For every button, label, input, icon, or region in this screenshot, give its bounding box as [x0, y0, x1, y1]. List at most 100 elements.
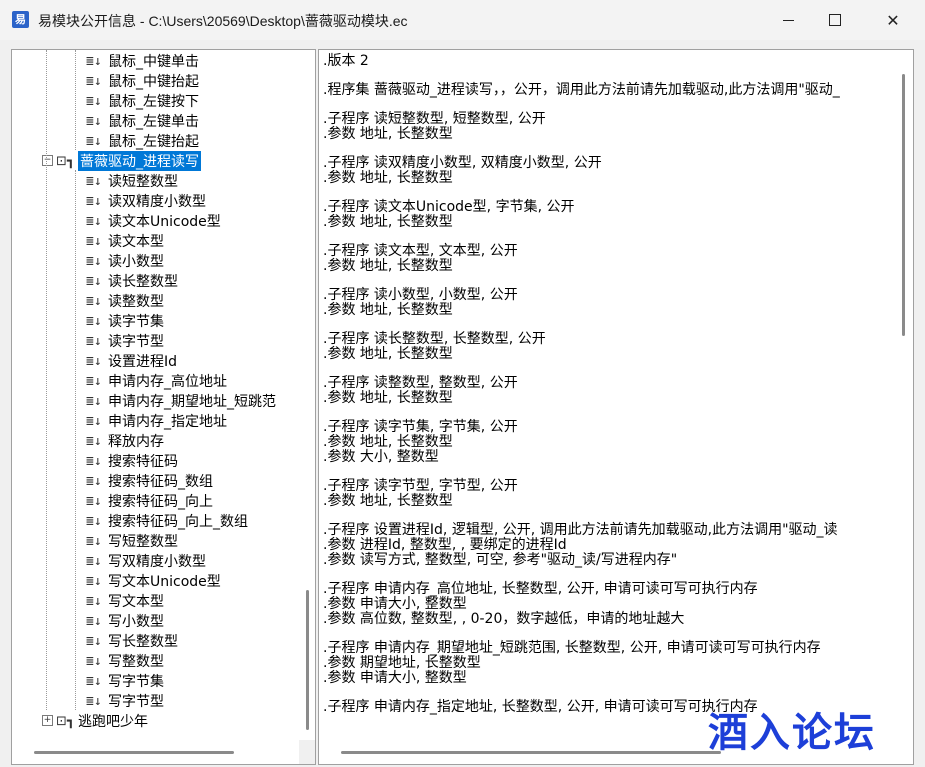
method-icon: ≣↓: [86, 533, 102, 549]
tree-group-node[interactable]: − ⊡┓ 蔷薇驱动_进程读写: [42, 151, 201, 171]
code-line: .参数 地址, 长整数型: [323, 302, 453, 318]
tree-group-node[interactable]: + ⊡┓ 逃跑吧少年: [42, 711, 148, 731]
method-icon: ≣↓: [86, 273, 102, 289]
code-line: .参数 读写方式, 整数型, 可空, 参考"驱动_读/写进程内存": [323, 552, 678, 568]
method-icon: ≣↓: [86, 573, 102, 589]
method-icon: ≣↓: [86, 293, 102, 309]
tree-node-label: 鼠标_中键单击: [108, 54, 199, 70]
method-icon: ≣↓: [86, 253, 102, 269]
tree-leaf-node[interactable]: ≣↓ 写整数型: [86, 651, 164, 671]
tree-leaf-node[interactable]: ≣↓ 写长整数型: [86, 631, 178, 651]
tree-leaf-node[interactable]: ≣↓ 释放内存: [86, 431, 164, 451]
tree-leaf-node[interactable]: ≣↓ 读小数型: [86, 251, 164, 271]
maximize-icon: [829, 14, 841, 26]
watermark-logo: 酒入论坛: [708, 710, 876, 756]
method-icon: ≣↓: [86, 453, 102, 469]
minimize-icon: [782, 19, 794, 21]
code-line: .子程序 读字节型, 字节型, 公开: [323, 478, 518, 494]
tree-leaf-node[interactable]: ≣↓ 鼠标_中键抬起: [86, 71, 199, 91]
tree-node-label: 写小数型: [108, 614, 164, 630]
code-line: .程序集 蔷薇驱动_进程读写，，公开，调用此方法前请先加载驱动,此方法调用"驱动…: [323, 82, 840, 98]
method-icon: ≣↓: [86, 513, 102, 529]
tree-leaf-node[interactable]: ≣↓ 鼠标_中键单击: [86, 51, 199, 71]
method-icon: ≣↓: [86, 413, 102, 429]
tree-leaf-node[interactable]: ≣↓ 写短整数型: [86, 531, 178, 551]
tree-horizontal-scroll-thumb[interactable]: [34, 751, 234, 754]
code-line: .子程序 读小数型, 小数型, 公开: [323, 287, 518, 303]
tree-leaf-node[interactable]: ≣↓ 读短整数型: [86, 171, 178, 191]
tree-leaf-node[interactable]: ≣↓ 设置进程Id: [86, 351, 177, 371]
tree-leaf-node[interactable]: ≣↓ 申请内存_高位地址: [86, 371, 227, 391]
tree-node-label: 读双精度小数型: [108, 194, 206, 210]
method-icon: ≣↓: [86, 673, 102, 689]
method-icon: ≣↓: [86, 473, 102, 489]
method-icon: ≣↓: [86, 73, 102, 89]
tree-vertical-scrollbar[interactable]: [299, 50, 315, 740]
tree-node-label: 鼠标_左键单击: [108, 114, 199, 130]
tree-node-label: 释放内存: [108, 434, 164, 450]
tree-leaf-node[interactable]: ≣↓ 读整数型: [86, 291, 164, 311]
tree-vertical-scroll-thumb[interactable]: [306, 590, 309, 730]
tree-leaf-node[interactable]: ≣↓ 搜索特征码_向上_数组: [86, 511, 248, 531]
method-icon: ≣↓: [86, 113, 102, 129]
method-icon: ≣↓: [86, 193, 102, 209]
tree-node-label: 写字节集: [108, 674, 164, 690]
tree-leaf-node[interactable]: ≣↓ 鼠标_左键按下: [86, 91, 199, 111]
tree-node-label: 搜索特征码_数组: [108, 474, 213, 490]
tree-leaf-node[interactable]: ≣↓ 申请内存_期望地址_短跳范: [86, 391, 276, 411]
tree-leaf-node[interactable]: ≣↓ 读字节型: [86, 331, 164, 351]
tree-node-label: 读字节集: [108, 314, 164, 330]
tree-leaf-node[interactable]: ≣↓ 写文本Unicode型: [86, 571, 221, 591]
tree-leaf-node[interactable]: ≣↓ 写字节集: [86, 671, 164, 691]
code-line: .参数 地址, 长整数型: [323, 434, 453, 450]
code-vertical-scrollbar[interactable]: [895, 50, 913, 740]
tree-leaf-node[interactable]: ≣↓ 读文本Unicode型: [86, 211, 221, 231]
collapse-icon[interactable]: −: [42, 155, 53, 166]
code-line: .子程序 读双精度小数型, 双精度小数型, 公开: [323, 155, 602, 171]
close-button[interactable]: ✕: [870, 0, 916, 40]
code-line: .参数 申请大小, 整数型: [323, 670, 467, 686]
expand-icon[interactable]: +: [42, 715, 53, 726]
tree-leaf-node[interactable]: ≣↓ 鼠标_左键抬起: [86, 131, 199, 151]
client-area: ≣↓ 鼠标_中键单击 ≣↓ 鼠标_中键抬起 ≣↓ 鼠标_左键按下 ≣↓ 鼠标_左键单击 ≣↓ 鼠标…: [0, 40, 925, 767]
code-line: .参数 地址, 长整数型: [323, 170, 453, 186]
code-horizontal-scroll-thumb[interactable]: [341, 751, 721, 754]
tree-leaf-node[interactable]: ≣↓ 搜索特征码_向上: [86, 491, 213, 511]
code-line: .子程序 读整数型, 整数型, 公开: [323, 375, 518, 391]
code-view[interactable]: .版本 2 .程序集 蔷薇驱动_进程读写，，公开，调用此方法前请先加载驱动,此方法…: [318, 49, 914, 765]
tree-leaf-node[interactable]: ≣↓ 鼠标_左键单击: [86, 111, 199, 131]
minimize-button[interactable]: [765, 0, 811, 40]
code-line: .参数 高位数, 整数型, , 0-20，数字越低，申请的地址越大: [323, 611, 685, 627]
tree-node-label: 鼠标_左键按下: [108, 94, 199, 110]
tree-leaf-node[interactable]: ≣↓ 写文本型: [86, 591, 164, 611]
tree-leaf-node[interactable]: ≣↓ 读文本型: [86, 231, 164, 251]
code-line: .子程序 读文本Unicode型, 字节集, 公开: [323, 199, 575, 215]
tree-leaf-node[interactable]: ≣↓ 搜索特征码_数组: [86, 471, 213, 491]
method-icon: ≣↓: [86, 53, 102, 69]
tree-leaf-node[interactable]: ≣↓ 搜索特征码: [86, 451, 178, 471]
tree-connector: [46, 50, 47, 710]
method-icon: ≣↓: [86, 213, 102, 229]
method-icon: ≣↓: [86, 393, 102, 409]
code-vertical-scroll-thumb[interactable]: [902, 74, 905, 336]
code-line: .参数 地址, 长整数型: [323, 493, 453, 509]
tree-leaf-node[interactable]: ≣↓ 写小数型: [86, 611, 164, 631]
maximize-button[interactable]: [812, 0, 858, 40]
tree-horizontal-scrollbar[interactable]: [12, 740, 299, 764]
code-line: .版本 2: [323, 53, 369, 69]
code-line: .子程序 读长整数型, 长整数型, 公开: [323, 331, 546, 347]
method-icon: ≣↓: [86, 493, 102, 509]
code-line: .参数 期望地址, 长整数型: [323, 655, 481, 671]
tree-node-label: 搜索特征码: [108, 454, 178, 470]
tree-node-label: 读文本型: [108, 234, 164, 250]
tree-leaf-node[interactable]: ≣↓ 申请内存_指定地址: [86, 411, 227, 431]
module-tree[interactable]: ≣↓ 鼠标_中键单击 ≣↓ 鼠标_中键抬起 ≣↓ 鼠标_左键按下 ≣↓ 鼠标_左键单击 ≣↓ 鼠标…: [11, 49, 316, 765]
tree-leaf-node[interactable]: ≣↓ 写双精度小数型: [86, 551, 206, 571]
code-line: .子程序 读字节集, 字节集, 公开: [323, 419, 518, 435]
tree-leaf-node[interactable]: ≣↓ 写字节型: [86, 691, 164, 711]
tree-leaf-node[interactable]: ≣↓ 读长整数型: [86, 271, 178, 291]
app-icon: 易: [12, 11, 29, 28]
code-line: .子程序 申请内存_高位地址, 长整数型, 公开, 申请可读可写可执行内存: [323, 581, 758, 597]
tree-leaf-node[interactable]: ≣↓ 读双精度小数型: [86, 191, 206, 211]
tree-leaf-node[interactable]: ≣↓ 读字节集: [86, 311, 164, 331]
